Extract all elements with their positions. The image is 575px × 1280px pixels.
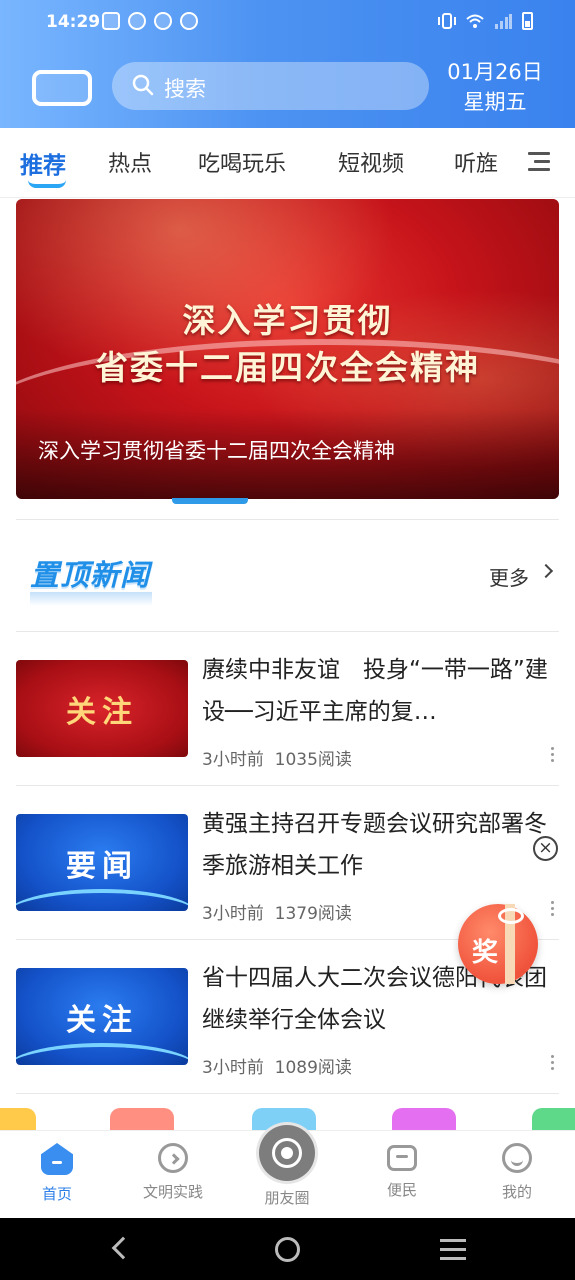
tab-tingjing[interactable]: 听旌 [454,146,498,178]
nav-civilization[interactable]: 文明实践 [128,1143,218,1202]
carousel-indicator [172,498,248,504]
mini-app-icon[interactable] [392,1108,456,1130]
banner-carousel[interactable]: 深入学习贯彻 省委十二届四次全会精神 深入学习贯彻省委十二届四次全会精神 [16,199,559,499]
bottom-nav: 首页 文明实践 朋友圈 便民 我的 [0,1125,575,1218]
nav-label: 首页 [41,1185,72,1203]
gift-bow [498,908,524,924]
date-display: 01月26日 星期五 [440,58,550,118]
nav-label: 便民 [386,1181,417,1199]
search-icon [132,74,154,96]
nav-mine[interactable]: 我的 [472,1143,562,1202]
app-header: 14:29 搜索 01月26日 星期五 [0,0,575,128]
divider [16,785,559,786]
weekday-text: 星期五 [463,90,527,114]
news-title: 赓续中非友谊 投身“一带一路”建设──习近平主席的复… [202,657,548,725]
news-item[interactable]: 关注 赓续中非友谊 投身“一带一路”建设──习近平主席的复… 3小时前 1035… [16,633,559,787]
thumbnail-text: 要闻 [66,848,138,884]
date-text: 01月26日 [447,60,543,84]
compass-icon [158,1143,188,1173]
divider [16,519,559,520]
search-placeholder: 搜索 [164,77,206,101]
shield-icon [154,12,172,30]
prize-label: 奖 [472,938,499,968]
thumbnail-text: 关注 [66,694,138,730]
nav-label: 文明实践 [142,1183,203,1201]
tv-icon[interactable] [32,70,92,106]
divider [16,631,559,632]
mini-app-icon[interactable] [532,1108,575,1130]
wifi-icon [466,14,484,28]
nav-friends-label[interactable]: 朋友圈 [242,1187,332,1208]
news-reads: 1035阅读 [274,750,352,770]
banner-caption: 深入学习贯彻省委十二届四次全会精神 [38,439,395,463]
search-input[interactable]: 搜索 [112,62,429,110]
nav-home[interactable]: 首页 [12,1143,102,1204]
location-icon [180,12,198,30]
news-thumbnail: 关注 [16,968,188,1065]
news-time: 3小时前 [202,1058,264,1078]
system-nav-bar [0,1218,575,1280]
status-time: 14:29 [46,12,101,32]
prize-button[interactable]: 奖 [458,904,538,984]
more-options-icon[interactable] [551,1055,555,1073]
news-thumbnail: 关注 [16,660,188,757]
tab-food-fun[interactable]: 吃喝玩乐 [198,146,286,178]
mini-app-icon[interactable] [0,1108,36,1130]
pinned-title-reflection [30,592,152,606]
more-link[interactable]: 更多 [489,562,529,591]
nav-label: 我的 [501,1183,532,1201]
news-meta: 3小时前 1379阅读 [202,899,352,924]
news-meta: 3小时前 1035阅读 [202,745,352,770]
close-icon[interactable]: × [533,836,558,861]
tab-short-video[interactable]: 短视频 [338,146,404,178]
thumbnail-text: 关注 [66,1002,138,1038]
category-tabs: 推荐 热点 吃喝玩乐 短视频 听旌 [0,128,575,198]
back-icon[interactable] [111,1236,135,1260]
news-reads: 1379阅读 [274,904,352,924]
mail-icon [102,12,120,30]
news-meta: 3小时前 1089阅读 [202,1053,352,1078]
cell-signal-icon [495,14,512,29]
vibrate-icon [438,13,456,29]
nav-services[interactable]: 便民 [357,1143,447,1200]
battery-icon [522,12,533,30]
chat-icon [387,1145,417,1171]
status-bar: 14:29 [0,0,575,46]
active-tab-indicator [28,180,66,188]
home-icon [41,1143,73,1175]
pinned-news-title: 置顶新闻 [30,558,151,592]
mini-app-icon[interactable] [110,1108,174,1130]
recents-icon[interactable] [440,1239,466,1266]
chevron-right-icon[interactable] [538,563,554,579]
tab-recommend[interactable]: 推荐 [20,146,66,180]
menu-icon[interactable] [528,152,550,172]
news-time: 3小时前 [202,904,264,924]
status-system-icons [438,12,533,30]
banner-headline-line2: 省委十二届四次全会精神 [95,348,480,387]
check-icon [128,12,146,30]
home-circle-icon[interactable] [275,1237,300,1262]
divider [16,1093,559,1094]
news-thumbnail: 要闻 [16,814,188,911]
smile-icon [502,1143,532,1173]
more-options-icon[interactable] [551,747,555,765]
news-reads: 1089阅读 [274,1058,352,1078]
camera-icon[interactable] [259,1125,315,1181]
news-time: 3小时前 [202,750,264,770]
banner-headline-line1: 深入学习贯彻 [182,301,393,340]
tab-hot[interactable]: 热点 [108,146,152,178]
more-options-icon[interactable] [551,901,555,919]
status-notification-icons [102,12,198,30]
news-title: 黄强主持召开专题会议研究部署冬季旅游相关工作 [202,811,547,879]
